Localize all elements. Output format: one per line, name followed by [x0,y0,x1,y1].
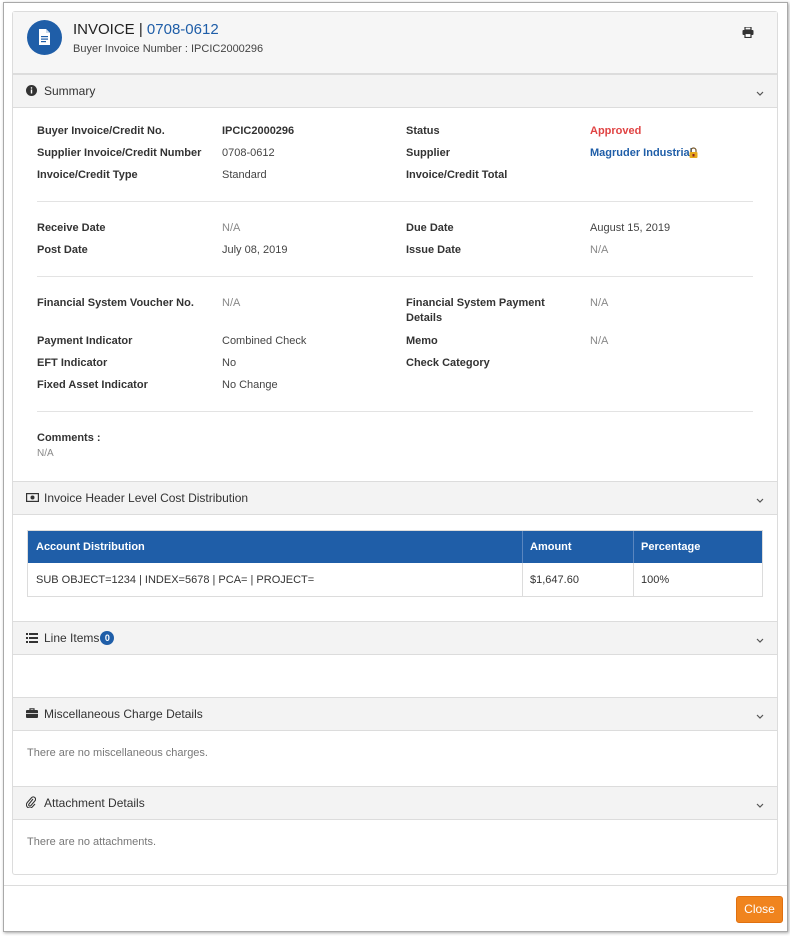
invoice-panel: INVOICE | 0708-0612 Buyer Invoice Number… [12,11,778,875]
print-icon[interactable] [742,26,754,41]
column-divider [633,531,634,563]
page-title: INVOICE | 0708-0612 [73,21,219,38]
status-badge: Approved [590,125,642,137]
status-label: Status [406,125,440,137]
footer-divider [4,885,787,886]
due-date-value: August 15, 2019 [590,222,671,234]
memo-value: N/A [590,335,609,347]
document-icon [27,20,62,55]
summary-section-header[interactable]: Summary [13,74,777,108]
buyer-invoice-no-label: Buyer Invoice/Credit No. [37,125,165,137]
chevron-down-icon[interactable] [756,494,764,506]
attachments-title: Attachment Details [44,796,145,810]
table-row: SUB OBJECT=1234 | INDEX=5678 | PCA= | PR… [28,563,762,596]
check-category-label: Check Category [406,357,490,369]
fixed-asset-value: No Change [222,379,278,391]
memo-label: Memo [406,335,438,347]
column-divider [522,563,523,596]
misc-charges-title: Miscellaneous Charge Details [44,707,203,721]
line-items-label: Line Items [44,631,100,645]
post-date-label: Post Date [37,244,88,256]
comments-value: N/A [37,448,54,459]
cost-distribution-title: Invoice Header Level Cost Distribution [44,491,249,505]
invoice-number: 0708-0612 [146,21,219,38]
column-header-account: Account Distribution [36,541,145,553]
lock-icon [689,147,698,161]
invoice-header: INVOICE | 0708-0612 Buyer Invoice Number… [13,12,777,74]
chevron-down-icon[interactable] [756,799,764,811]
fs-payment-label-line1: Financial System Payment [406,297,545,309]
invoice-type-value: Standard [222,169,267,181]
due-date-label: Due Date [406,222,454,234]
fs-payment-label-line2: Details [406,312,443,324]
table-header-row: Account Distribution Amount Percentage [28,531,762,563]
briefcase-icon [26,708,38,721]
money-icon [26,493,40,505]
fixed-asset-label: Fixed Asset Indicator [37,379,148,391]
invoice-total-label: Invoice/Credit Total [406,169,508,181]
issue-date-label: Issue Date [406,244,462,256]
attachments-section-header[interactable]: Attachment Details [13,786,777,820]
eft-indicator-value: No [222,357,237,369]
fs-voucher-value: N/A [222,297,241,309]
paperclip-icon [25,796,37,811]
column-divider [522,531,523,563]
close-button[interactable]: Close [736,896,783,923]
supplier-invoice-no-value: 0708-0612 [222,147,275,159]
line-items-count-badge: 0 [100,631,115,645]
supplier-link[interactable]: Magruder Industrial [590,147,693,159]
cell-account: SUB OBJECT=1234 | INDEX=5678 | PCA= | PR… [36,574,315,586]
supplier-invoice-no-label: Supplier Invoice/Credit Number [37,147,202,159]
column-header-amount: Amount [530,541,572,553]
invoice-dialog: INVOICE | 0708-0612 Buyer Invoice Number… [3,2,788,932]
issue-date-value: N/A [590,244,609,256]
divider [37,411,753,412]
list-icon [26,633,38,646]
cost-distribution-table: Account Distribution Amount Percentage S… [27,530,763,597]
supplier-label: Supplier [406,147,451,159]
cell-percentage: 100% [641,574,670,586]
column-divider [633,563,634,596]
misc-charges-empty-message: There are no miscellaneous charges. [27,747,208,759]
chevron-down-icon[interactable] [756,87,764,99]
column-header-percentage: Percentage [641,541,701,553]
eft-indicator-label: EFT Indicator [37,357,108,369]
payment-indicator-label: Payment Indicator [37,335,133,347]
divider [37,276,753,277]
receive-date-value: N/A [222,222,241,234]
buyer-invoice-number: Buyer Invoice Number : IPCIC2000296 [73,43,264,55]
cost-distribution-section-header[interactable]: Invoice Header Level Cost Distribution [13,481,777,515]
line-items-section-header[interactable]: Line Items 0 [13,621,777,655]
chevron-down-icon[interactable] [756,634,764,646]
title-prefix: INVOICE | [73,21,143,38]
comments-label: Comments : [37,432,101,444]
misc-charges-section-header[interactable]: Miscellaneous Charge Details [13,697,777,731]
receive-date-label: Receive Date [37,222,106,234]
divider [37,201,753,202]
invoice-type-label: Invoice/Credit Type [37,169,138,181]
fs-voucher-label: Financial System Voucher No. [37,297,194,309]
attachments-empty-message: There are no attachments. [27,836,157,848]
info-icon [26,85,37,99]
summary-title: Summary [44,84,96,98]
cell-amount: $1,647.60 [530,574,579,586]
buyer-invoice-no-value: IPCIC2000296 [222,125,295,137]
fs-payment-value: N/A [590,297,609,309]
payment-indicator-value: Combined Check [222,335,307,347]
chevron-down-icon[interactable] [756,710,764,722]
post-date-value: July 08, 2019 [222,244,288,256]
line-items-title: Line Items 0 [44,631,115,645]
